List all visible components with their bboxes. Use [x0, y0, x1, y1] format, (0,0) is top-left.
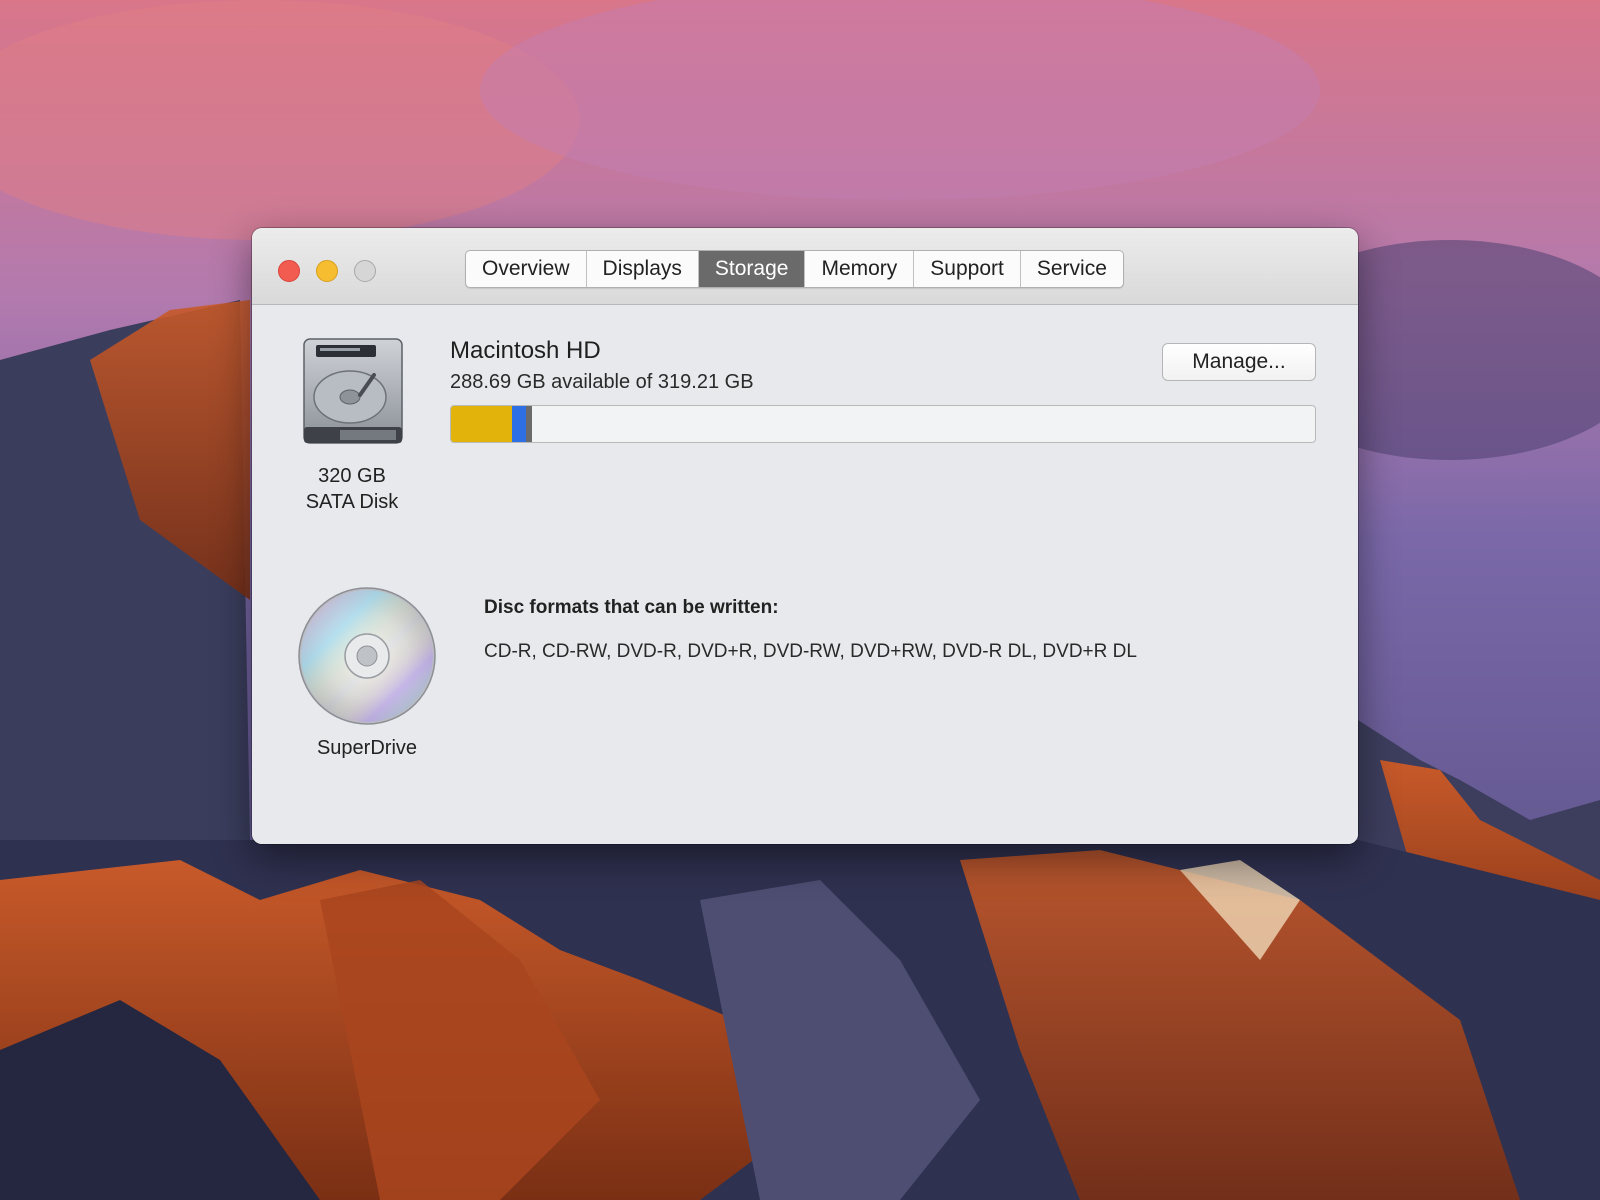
- storage-usage-segment: [511, 406, 526, 442]
- tab-storage[interactable]: Storage: [698, 251, 806, 287]
- volume-name: Macintosh HD: [450, 337, 601, 364]
- tab-support[interactable]: Support: [914, 251, 1021, 287]
- disk-caption: 320 GB SATA Disk: [282, 463, 422, 515]
- tab-displays[interactable]: Displays: [587, 251, 699, 287]
- disk-type: SATA Disk: [305, 491, 399, 513]
- tab-service[interactable]: Service: [1021, 251, 1123, 287]
- optical-drive-name: SuperDrive: [316, 737, 418, 759]
- zoom-button[interactable]: [354, 260, 376, 282]
- volume-available: 288.69 GB available of 319.21 GB: [450, 371, 754, 393]
- storage-pane: 320 GB SATA Disk Macintosh HD 288.69 GB …: [252, 305, 1358, 844]
- close-button[interactable]: [278, 260, 300, 282]
- storage-usage-segment: [525, 406, 533, 442]
- optical-disc-icon: [298, 587, 436, 725]
- storage-usage-bar: [450, 405, 1316, 443]
- manage-button[interactable]: Manage...: [1162, 343, 1316, 381]
- tab-bar: Overview Displays Storage Memory Support…: [465, 250, 1124, 288]
- tab-memory[interactable]: Memory: [805, 251, 915, 287]
- about-this-mac-window: Overview Displays Storage Memory Support…: [252, 228, 1358, 844]
- minimize-button[interactable]: [316, 260, 338, 282]
- tab-overview[interactable]: Overview: [466, 251, 587, 287]
- disc-formats-list: CD-R, CD-RW, DVD-R, DVD+R, DVD-RW, DVD+R…: [484, 641, 1137, 662]
- window-titlebar: Overview Displays Storage Memory Support…: [252, 228, 1358, 305]
- disc-formats-heading: Disc formats that can be written:: [484, 597, 779, 618]
- disk-capacity: 320 GB: [318, 465, 386, 487]
- hard-drive-icon: [303, 338, 403, 444]
- storage-usage-segment: [451, 406, 512, 442]
